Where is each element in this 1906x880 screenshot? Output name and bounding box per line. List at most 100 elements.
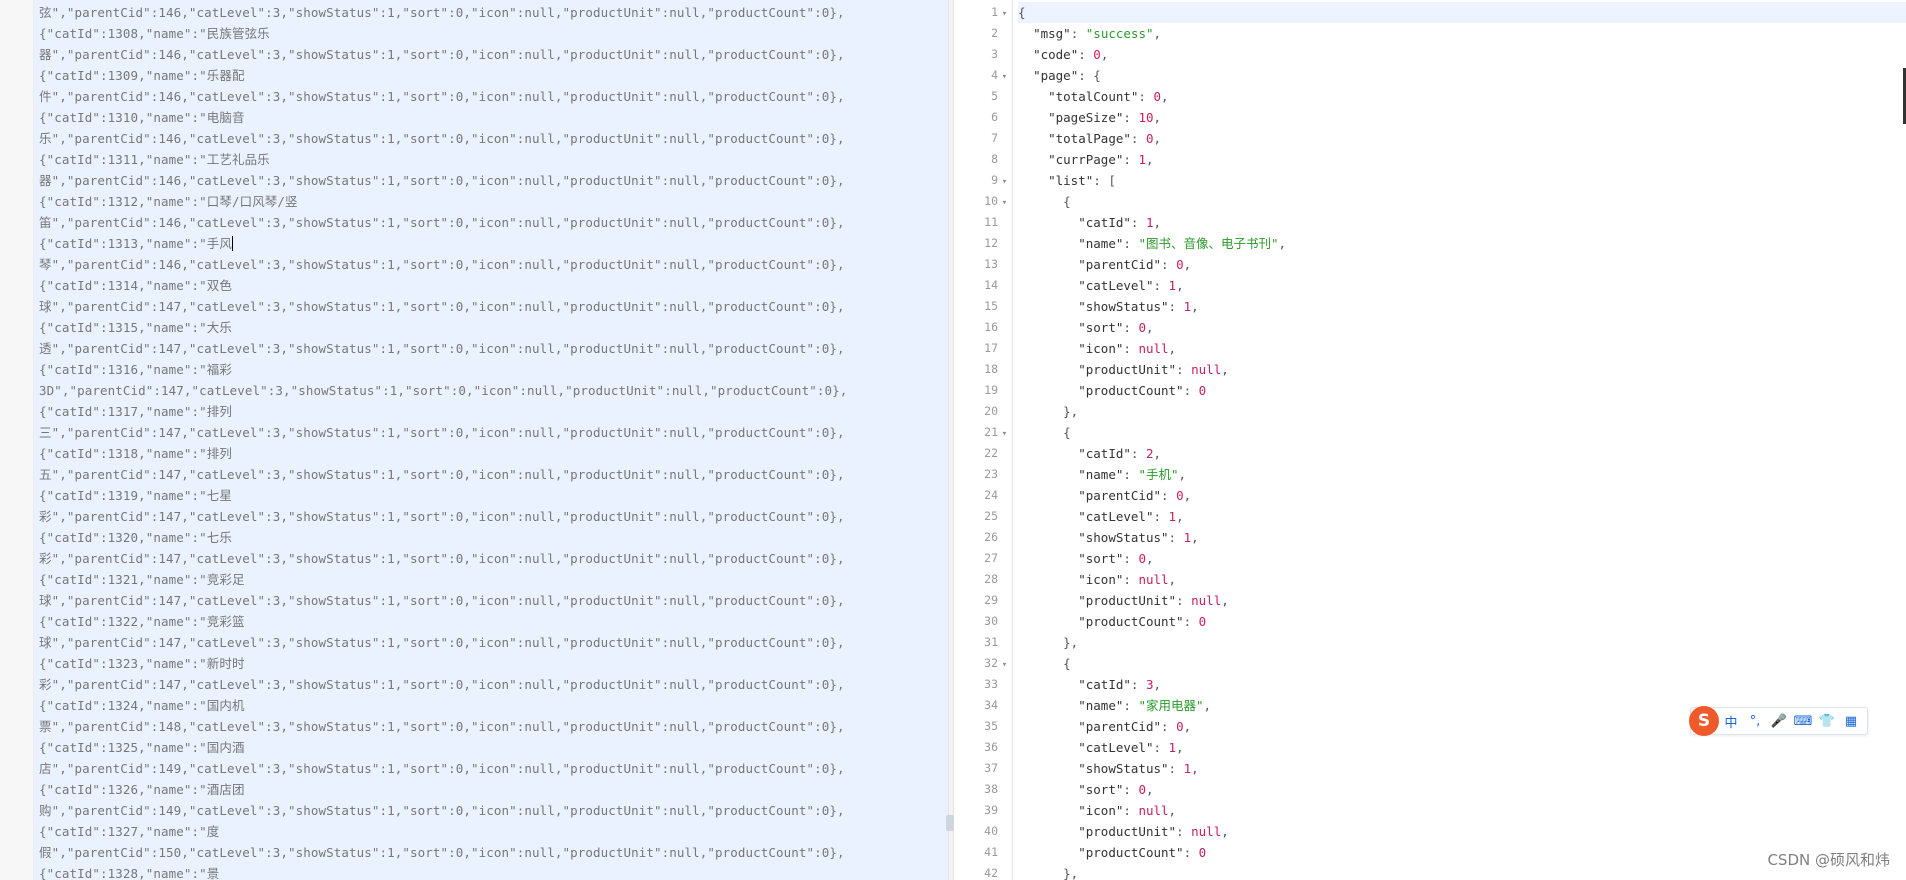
json-punct: , bbox=[1153, 26, 1162, 41]
code-line[interactable]: "showStatus": 1, bbox=[1018, 758, 1906, 779]
fold-toggle-icon[interactable]: ▾ bbox=[1000, 655, 1009, 676]
fold-toggle-icon[interactable]: ▾ bbox=[1000, 172, 1009, 193]
line-number: 34 bbox=[955, 695, 1013, 716]
punctuation-icon[interactable]: °, bbox=[1743, 709, 1767, 733]
code-line[interactable]: "catId": 3, bbox=[1018, 674, 1906, 695]
line-number: 19 bbox=[955, 380, 1013, 401]
formatted-json-code[interactable]: { "msg": "success", "code": 0, "page": {… bbox=[1018, 2, 1906, 880]
line-number-text: 10 bbox=[984, 194, 998, 208]
line-number: 24 bbox=[955, 485, 1013, 506]
json-key: "name" bbox=[1078, 698, 1124, 713]
json-value: 0 bbox=[1093, 47, 1101, 62]
code-line[interactable]: "icon": null, bbox=[1018, 338, 1906, 359]
json-value: 0 bbox=[1198, 845, 1207, 860]
fold-toggle-icon[interactable]: ▾ bbox=[1000, 193, 1009, 214]
pane-splitter[interactable] bbox=[948, 0, 954, 880]
code-line[interactable]: "currPage": 1, bbox=[1018, 149, 1906, 170]
json-value: 1 bbox=[1168, 740, 1177, 755]
raw-response-text[interactable]: 弦","parentCid":146,"catLevel":3,"showSta… bbox=[39, 2, 948, 880]
json-value: null bbox=[1138, 572, 1169, 587]
code-line[interactable]: }, bbox=[1018, 401, 1906, 422]
raw-line: {"catId":1314,"name":"双色 bbox=[39, 278, 232, 293]
code-line[interactable]: "msg": "success", bbox=[1018, 23, 1906, 44]
json-key: "catId" bbox=[1078, 677, 1131, 692]
line-number: 17 bbox=[955, 338, 1013, 359]
code-line[interactable]: "showStatus": 1, bbox=[1018, 527, 1906, 548]
line-number: 36 bbox=[955, 737, 1013, 758]
line-number: 26 bbox=[955, 527, 1013, 548]
code-line[interactable]: "showStatus": 1, bbox=[1018, 296, 1906, 317]
formatted-json-pane[interactable]: { "msg": "success", "code": 0, "page": {… bbox=[1014, 0, 1906, 880]
code-line[interactable]: "parentCid": 0, bbox=[1018, 485, 1906, 506]
json-punct: , bbox=[1168, 572, 1177, 587]
raw-response-pane[interactable]: 弦","parentCid":146,"catLevel":3,"showSta… bbox=[34, 0, 948, 880]
raw-line: 五","parentCid":147,"catLevel":3,"showSta… bbox=[39, 467, 845, 482]
code-line[interactable]: "productUnit": null, bbox=[1018, 359, 1906, 380]
fold-toggle-icon[interactable]: ▾ bbox=[1000, 67, 1009, 88]
fold-toggle-icon[interactable]: ▾ bbox=[1000, 424, 1009, 445]
json-punct: , bbox=[1278, 236, 1287, 251]
skin-shirt-icon[interactable]: 👕 bbox=[1815, 709, 1839, 733]
code-line[interactable]: "icon": null, bbox=[1018, 569, 1906, 590]
code-line[interactable]: "productCount": 0 bbox=[1018, 611, 1906, 632]
json-value: null bbox=[1138, 341, 1169, 356]
code-line[interactable]: "totalPage": 0, bbox=[1018, 128, 1906, 149]
code-line[interactable]: { bbox=[1018, 2, 1906, 23]
splitter-handle[interactable] bbox=[946, 815, 954, 831]
raw-line: {"catId":1326,"name":"酒店团 bbox=[39, 782, 245, 797]
line-number: 38 bbox=[955, 779, 1013, 800]
line-number: 22 bbox=[955, 443, 1013, 464]
json-key: "name" bbox=[1078, 467, 1124, 482]
code-line[interactable]: "parentCid": 0, bbox=[1018, 254, 1906, 275]
code-line[interactable]: { bbox=[1018, 653, 1906, 674]
code-line[interactable]: "sort": 0, bbox=[1018, 548, 1906, 569]
code-line[interactable]: "code": 0, bbox=[1018, 44, 1906, 65]
code-line[interactable]: "list": [ bbox=[1018, 170, 1906, 191]
code-line[interactable]: "totalCount": 0, bbox=[1018, 86, 1906, 107]
json-value: 0 bbox=[1145, 131, 1154, 146]
chinese-mode-icon[interactable]: 中 bbox=[1719, 709, 1743, 733]
code-line[interactable]: "catId": 2, bbox=[1018, 443, 1906, 464]
code-line[interactable]: "catId": 1, bbox=[1018, 212, 1906, 233]
code-line[interactable]: "name": "手机", bbox=[1018, 464, 1906, 485]
code-line[interactable]: { bbox=[1018, 422, 1906, 443]
code-line[interactable]: }, bbox=[1018, 632, 1906, 653]
ime-toolbar[interactable]: S 中 °, 🎤 ⌨ 👕 ▦ bbox=[1689, 706, 1868, 736]
code-line[interactable]: "catLevel": 1, bbox=[1018, 275, 1906, 296]
code-line[interactable]: "sort": 0, bbox=[1018, 779, 1906, 800]
json-punct: , bbox=[1191, 761, 1199, 776]
line-number-text: 5 bbox=[991, 89, 998, 103]
fold-toggle-icon[interactable]: ▾ bbox=[1000, 4, 1009, 25]
apps-grid-icon[interactable]: ▦ bbox=[1839, 709, 1863, 733]
code-line[interactable]: "productUnit": null, bbox=[1018, 590, 1906, 611]
sogou-logo-icon[interactable]: S bbox=[1689, 706, 1719, 736]
code-line[interactable]: "icon": null, bbox=[1018, 800, 1906, 821]
code-line[interactable]: "page": { bbox=[1018, 65, 1906, 86]
line-number: 6 bbox=[955, 107, 1013, 128]
code-line[interactable]: "name": "图书、音像、电子书刊", bbox=[1018, 233, 1906, 254]
code-line[interactable]: "catLevel": 1, bbox=[1018, 506, 1906, 527]
json-key: "catLevel" bbox=[1078, 509, 1154, 524]
csdn-watermark: CSDN @硕风和炜 bbox=[1767, 851, 1890, 869]
line-number: 27 bbox=[955, 548, 1013, 569]
json-value: 0 bbox=[1138, 782, 1146, 797]
json-value: 2 bbox=[1145, 446, 1154, 461]
json-punct: : bbox=[1176, 824, 1192, 839]
json-key: "parentCid" bbox=[1078, 719, 1162, 734]
code-line[interactable]: "catLevel": 1, bbox=[1018, 737, 1906, 758]
json-value: 0 bbox=[1198, 383, 1207, 398]
json-punct: : bbox=[1183, 845, 1199, 860]
microphone-icon[interactable]: 🎤 bbox=[1767, 709, 1791, 733]
code-line[interactable]: "pageSize": 10, bbox=[1018, 107, 1906, 128]
code-line[interactable]: "productUnit": null, bbox=[1018, 821, 1906, 842]
code-line[interactable]: "sort": 0, bbox=[1018, 317, 1906, 338]
keyboard-icon[interactable]: ⌨ bbox=[1791, 709, 1815, 733]
json-key: "icon" bbox=[1078, 341, 1124, 356]
code-line[interactable]: "productCount": 0 bbox=[1018, 380, 1906, 401]
code-line[interactable]: { bbox=[1018, 191, 1906, 212]
